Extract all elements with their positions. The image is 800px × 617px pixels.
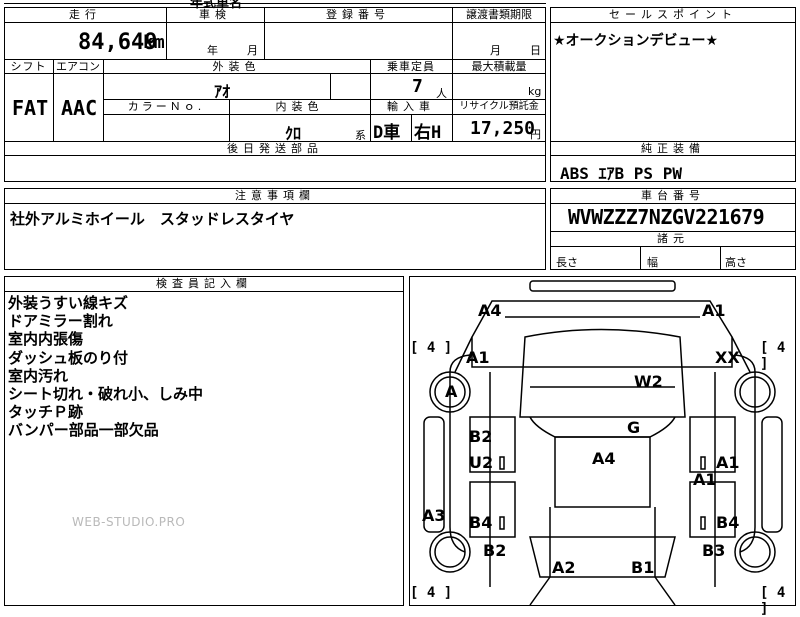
damage-left-rear-door-upper: U2	[469, 453, 494, 472]
damage-right-rear-quarter: B3	[702, 541, 726, 560]
recycle-unit: 円	[530, 128, 541, 141]
damage-rear-right: B1	[631, 558, 655, 577]
registration-header: 登録番号	[326, 8, 390, 21]
aircon-value: AAC	[61, 96, 98, 120]
max-load-header: 最大積載量	[471, 60, 527, 73]
width-label: 幅	[647, 256, 658, 269]
damage-front-left-corner: A4	[478, 301, 502, 320]
inspector-note-line: 室内内張傷	[8, 330, 84, 349]
exterior-color-value: ｱｵ	[214, 82, 231, 101]
length-label: 長さ	[556, 256, 578, 269]
exterior-color-header: 外装色	[212, 60, 261, 73]
car-outline-svg	[423, 280, 783, 605]
inspector-note-line: バンパー部品一部欠品	[8, 421, 159, 440]
damage-right-fender: XX	[715, 348, 740, 367]
capacity-unit: 人	[436, 87, 447, 100]
damage-left-fender: A1	[466, 348, 490, 367]
equipment-value: ABS ｴｱB PS PW	[560, 164, 682, 183]
sales-point-text: ★オークションデビュー★	[553, 33, 719, 49]
recycle-value: 17,250	[470, 118, 536, 139]
inspector-note-line: シート切れ・破れ小、しみ中	[8, 385, 204, 404]
inspection-month: 月	[247, 44, 258, 57]
damage-right-rear-door: B4	[716, 513, 740, 532]
import-handle-value: 右H	[414, 123, 442, 143]
inspector-notes: 外装うすい線キズ ドアミラー割れ 室内内張傷 ダッシュ板のり付 室内汚れ シート切れ・破れ…	[8, 294, 203, 440]
capacity-header: 乗車定員	[387, 60, 435, 73]
inspector-note-line: ダッシュ板のり付	[8, 348, 129, 367]
inspector-note-line: ドアミラー割れ	[8, 312, 113, 331]
shift-value: FAT	[12, 96, 49, 120]
transfer-month: 月	[490, 44, 501, 57]
aircon-header: エアコン	[56, 60, 100, 73]
tire-count-front-left: [ 4 ]	[410, 340, 453, 356]
recycle-header: リサイクル預託金	[459, 101, 539, 112]
equipment-header: 純正装備	[641, 142, 705, 155]
height-label: 高さ	[725, 256, 747, 269]
damage-left-front-door: B2	[469, 427, 493, 446]
damage-left-rear-quarter: B2	[483, 541, 507, 560]
tire-count-rear-left: [ 4 ]	[410, 585, 453, 601]
sales-point-header: セールスポイント	[609, 8, 737, 21]
shift-header: シフト	[10, 60, 47, 73]
inspection-header: 車検	[199, 8, 231, 21]
interior-color-suffix: 系	[355, 129, 366, 142]
mileage-header: 走行	[69, 8, 101, 21]
caution-text: 社外アルミホイール スタッドレスタイヤ	[10, 210, 295, 228]
damage-windshield: W2	[634, 372, 663, 391]
inspection-year: 年	[207, 44, 218, 57]
tire-count-rear-right: [ 4 ]	[760, 585, 786, 617]
inspector-note-line: タッチＰ跡	[8, 403, 84, 422]
damage-right-door-mid: A1	[693, 470, 717, 489]
damage-left-rear-door: B4	[469, 513, 493, 532]
chassis-header: 車台番号	[641, 189, 705, 202]
color-no-header: カラーＮｏ.	[127, 100, 205, 113]
damage-diagram: [ 4 ] [ 4 ] [ 4 ] [ 4 ] A4 A1 A1 XX A W2…	[409, 276, 796, 617]
damage-roof-center: A4	[592, 449, 616, 468]
damage-left-front-wheel: A	[445, 382, 458, 401]
damage-front-right-corner: A1	[702, 301, 726, 320]
tire-count-front-right: [ 4 ]	[760, 340, 786, 372]
damage-rear-left: A2	[552, 558, 576, 577]
damage-right-front-door: A1	[716, 453, 740, 472]
damage-roof: G	[627, 418, 641, 437]
interior-color-header: 内装色	[275, 100, 324, 113]
damage-left-sill: A3	[422, 506, 446, 525]
caution-header: 注意事項欄	[235, 189, 315, 202]
transfer-day: 日	[530, 44, 541, 57]
dimensions-header: 諸元	[657, 232, 689, 245]
mileage-unit: km	[143, 32, 165, 53]
chassis-value: WVWZZZ7NZGV221679	[568, 205, 765, 229]
inspector-note-line: 外装うすい線キズ	[8, 294, 129, 312]
capacity-value: 7	[412, 76, 423, 97]
import-drive-value: D車	[373, 123, 401, 143]
load-unit: kg	[528, 85, 542, 98]
interior-color-value: ｸﾛ	[285, 124, 302, 143]
transfer-deadline-header: 譲渡書類期限	[466, 8, 532, 21]
watermark: WEB-STUDIO.PRO	[72, 515, 186, 529]
inspector-note-line: 室内汚れ	[8, 366, 69, 385]
import-header: 輸入車	[387, 100, 435, 113]
inspector-header: 検査員記入欄	[156, 277, 252, 290]
later-parts-header: 後日発送部品	[227, 142, 323, 155]
